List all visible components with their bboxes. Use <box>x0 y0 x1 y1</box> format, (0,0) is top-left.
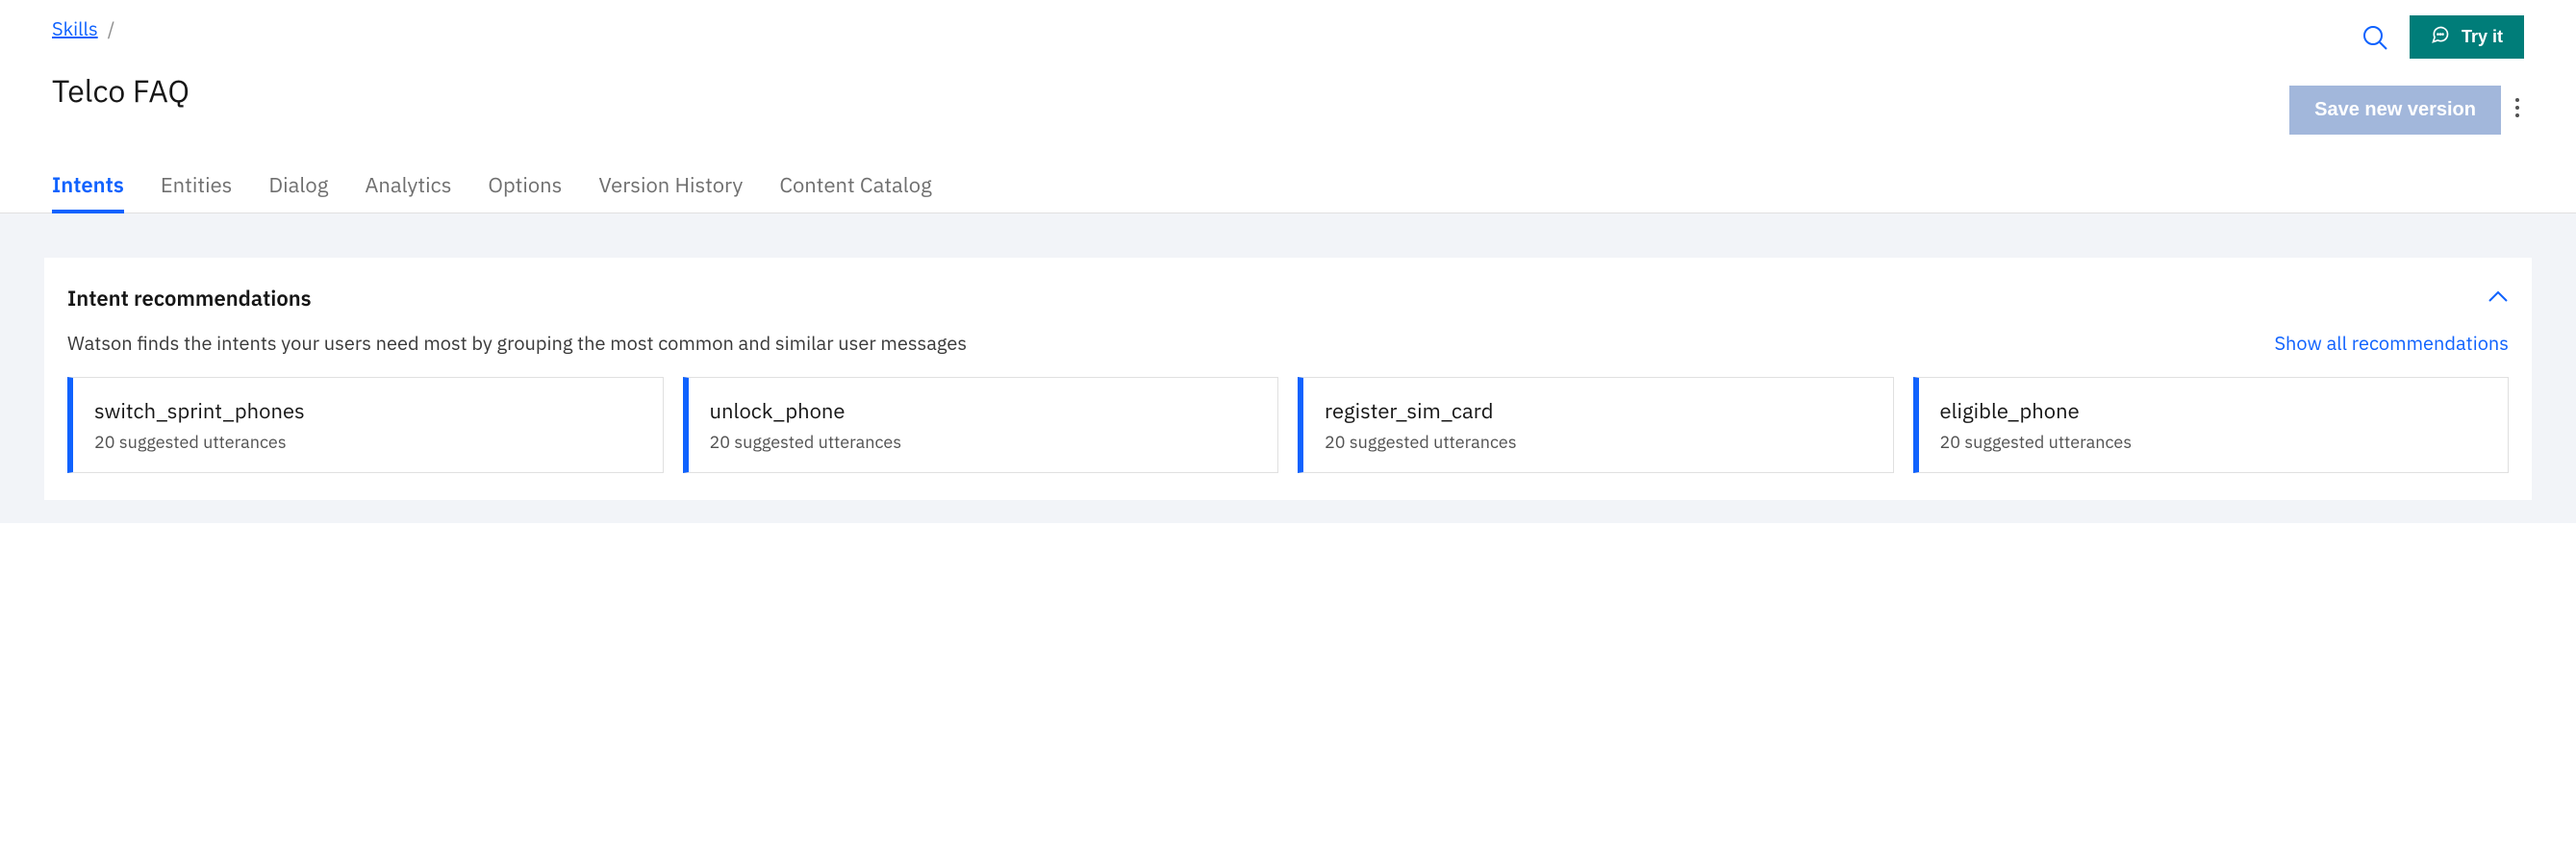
header-right: Try it Save new version <box>2289 15 2524 135</box>
recommendation-card[interactable]: unlock_phone 20 suggested utterances <box>683 377 1279 473</box>
chat-icon <box>2431 25 2450 49</box>
overflow-menu-icon[interactable] <box>2511 96 2524 124</box>
try-it-button[interactable]: Try it <box>2410 15 2524 59</box>
content-area: Intent recommendations Watson finds the … <box>0 213 2576 523</box>
breadcrumb-skills-link[interactable]: Skills <box>52 15 98 41</box>
tab-entities[interactable]: Entities <box>161 158 233 212</box>
recommendation-card[interactable]: eligible_phone 20 suggested utterances <box>1913 377 2510 473</box>
card-subtitle: 20 suggested utterances <box>94 431 642 453</box>
recommendations-panel: Intent recommendations Watson finds the … <box>44 258 2532 500</box>
card-subtitle: 20 suggested utterances <box>1940 431 2488 453</box>
search-icon[interactable] <box>2360 22 2390 53</box>
breadcrumb: Skills / <box>52 15 189 41</box>
try-it-label: Try it <box>2462 27 2503 47</box>
recommendations-title: Intent recommendations <box>67 285 312 312</box>
card-title: register_sim_card <box>1325 397 1872 425</box>
save-row: Save new version <box>2289 86 2524 135</box>
page-title: Telco FAQ <box>52 70 189 111</box>
tab-content-catalog[interactable]: Content Catalog <box>779 158 931 212</box>
tab-options[interactable]: Options <box>488 158 562 212</box>
card-subtitle: 20 suggested utterances <box>1325 431 1872 453</box>
save-new-version-button[interactable]: Save new version <box>2289 86 2501 135</box>
breadcrumb-separator: / <box>108 15 115 41</box>
tab-analytics[interactable]: Analytics <box>365 158 451 212</box>
chevron-up-icon[interactable] <box>2488 285 2509 308</box>
tabs: Intents Entities Dialog Analytics Option… <box>0 135 2576 213</box>
tab-dialog[interactable]: Dialog <box>268 158 328 212</box>
panel-header: Intent recommendations <box>44 285 2532 330</box>
show-all-recommendations-link[interactable]: Show all recommendations <box>2274 330 2509 356</box>
top-actions: Try it <box>2360 15 2524 59</box>
card-title: unlock_phone <box>710 397 1257 425</box>
header-left: Skills / Telco FAQ <box>52 15 189 111</box>
recommendation-card[interactable]: register_sim_card 20 suggested utterance… <box>1298 377 1894 473</box>
card-title: eligible_phone <box>1940 397 2488 425</box>
card-subtitle: 20 suggested utterances <box>710 431 1257 453</box>
panel-subrow: Watson finds the intents your users need… <box>44 330 2532 356</box>
tab-intents[interactable]: Intents <box>52 158 124 212</box>
recommendation-cards: switch_sprint_phones 20 suggested uttera… <box>44 377 2532 473</box>
recommendation-card[interactable]: switch_sprint_phones 20 suggested uttera… <box>67 377 664 473</box>
card-title: switch_sprint_phones <box>94 397 642 425</box>
page-header: Skills / Telco FAQ <box>0 0 2576 135</box>
recommendations-description: Watson finds the intents your users need… <box>67 330 967 356</box>
tab-version-history[interactable]: Version History <box>598 158 743 212</box>
